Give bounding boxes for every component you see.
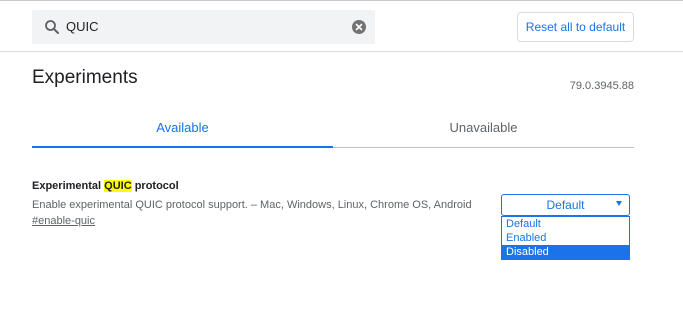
search-input[interactable] bbox=[66, 17, 336, 37]
clear-search-icon[interactable] bbox=[352, 20, 366, 34]
select-value: Default bbox=[546, 198, 585, 212]
option-enabled[interactable]: Enabled bbox=[502, 231, 629, 245]
option-disabled[interactable]: Disabled bbox=[502, 245, 629, 259]
tab-divider bbox=[333, 147, 634, 148]
tab-unavailable[interactable]: Unavailable bbox=[333, 120, 634, 146]
experiment-state-options: Default Enabled Disabled bbox=[501, 216, 630, 260]
search-match-highlight: QUIC bbox=[104, 180, 132, 192]
active-tab-indicator bbox=[32, 146, 333, 148]
reset-all-button[interactable]: Reset all to default bbox=[517, 12, 634, 42]
search-icon bbox=[44, 19, 60, 35]
experiment-state-select[interactable]: Default bbox=[501, 194, 630, 216]
version-label: 79.0.3945.88 bbox=[569, 80, 634, 92]
flags-page: Reset all to default Experiments 79.0.39… bbox=[0, 0, 683, 321]
experiment-title-suffix: protocol bbox=[131, 180, 179, 192]
dropdown-arrow-icon bbox=[616, 201, 622, 206]
header-bar: Reset all to default bbox=[0, 1, 683, 52]
search-box[interactable] bbox=[32, 10, 375, 44]
tab-available[interactable]: Available bbox=[32, 120, 333, 146]
experiment-permalink[interactable]: #enable-quic bbox=[32, 215, 95, 227]
option-default[interactable]: Default bbox=[502, 217, 629, 231]
experiment-title-prefix: Experimental bbox=[32, 180, 105, 192]
page-title: Experiments bbox=[32, 67, 138, 88]
experiment-title: Experimental QUIC protocol bbox=[32, 180, 179, 192]
experiment-description: Enable experimental QUIC protocol suppor… bbox=[32, 199, 472, 211]
